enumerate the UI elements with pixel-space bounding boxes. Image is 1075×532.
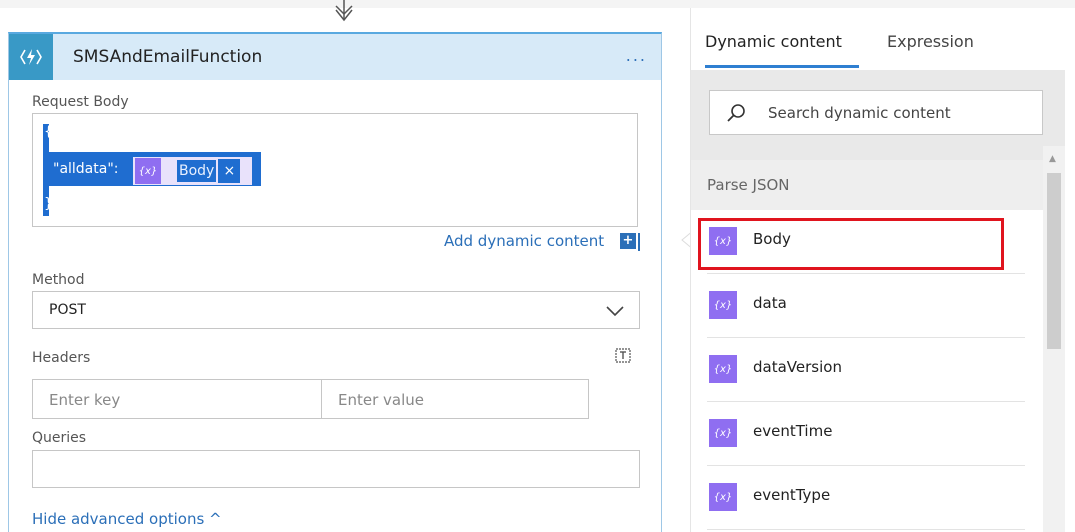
list-item-label: data [753,294,787,312]
card-header[interactable]: SMSAndEmailFunction ... [9,34,661,80]
list-item-label: dataVersion [753,358,842,376]
json-key: "alldata": [53,161,119,177]
panel-tabs: Dynamic content Expression [691,8,1065,70]
chevron-down-icon [606,306,624,317]
scrollbar-thumb[interactable] [1047,173,1061,349]
headers-text-mode-icon[interactable] [614,346,632,364]
method-value: POST [49,302,86,318]
search-placeholder: Search dynamic content [768,104,951,122]
request-body-label: Request Body [32,94,129,110]
search-area: Search dynamic content [691,70,1065,160]
active-tab-indicator [705,65,859,68]
dynamic-content-token-icon: {x} [135,158,161,184]
list-item-eventtime[interactable]: {x} eventTime [707,402,1025,466]
scroll-up-arrow-icon[interactable]: ▲ [1049,154,1056,164]
queries-input[interactable] [32,450,640,488]
list-item-eventtype[interactable]: {x} eventType [707,466,1025,530]
header-value-placeholder: Enter value [338,391,425,409]
method-label: Method [32,272,85,288]
json-open-brace: { [44,124,53,140]
connector-arrow-icon [335,0,353,22]
dynamic-content-token-icon: {x} [709,291,737,319]
logic-app-designer: SMSAndEmailFunction ... Request Body { "… [0,0,1075,532]
list-item-dataversion[interactable]: {x} dataVersion [707,338,1025,402]
list-item-data[interactable]: {x} data [707,274,1025,338]
group-label: Parse JSON [707,176,790,194]
queries-label: Queries [32,430,87,446]
text-cursor [259,152,261,186]
tab-expression[interactable]: Expression [887,32,974,51]
header-key-input[interactable]: Enter key [32,379,322,419]
dynamic-content-token-icon: {x} [709,419,737,447]
lightning-function-icon [9,34,53,80]
group-header-parse-json[interactable]: Parse JSON [691,160,1043,210]
add-dynamic-content-icon[interactable]: + [620,233,636,249]
tab-dynamic-content[interactable]: Dynamic content [705,32,842,51]
search-input[interactable]: Search dynamic content [709,90,1043,135]
header-key-placeholder: Enter key [49,391,121,409]
dynamic-content-token-icon: {x} [709,355,737,383]
canvas-top-strip [0,0,1075,8]
json-close-brace: } [44,196,53,212]
add-dynamic-content-link[interactable]: Add dynamic content [444,232,604,250]
method-select[interactable]: POST [32,291,640,329]
hide-advanced-options-link[interactable]: Hide advanced options ^ [32,510,222,528]
dynamic-token-body[interactable]: {x} Body × [133,157,252,185]
headers-label: Headers [32,350,91,366]
dynamic-content-panel: Dynamic content Expression Search dynami… [690,8,1065,532]
dynamic-content-token-icon: {x} [709,483,737,511]
list-item-label: eventTime [753,422,833,440]
request-body-editor[interactable]: { "alldata": {x} Body × } [32,113,638,227]
list-item-label: eventType [753,486,831,504]
add-dynamic-bar [638,233,640,251]
search-icon [727,104,745,122]
token-remove-button[interactable]: × [218,159,241,183]
token-label: Body [177,160,217,182]
card-title: SMSAndEmailFunction [73,47,263,67]
highlight-box [698,218,1004,270]
more-ellipsis-icon[interactable]: ... [626,46,647,65]
header-value-input[interactable]: Enter value [321,379,589,419]
